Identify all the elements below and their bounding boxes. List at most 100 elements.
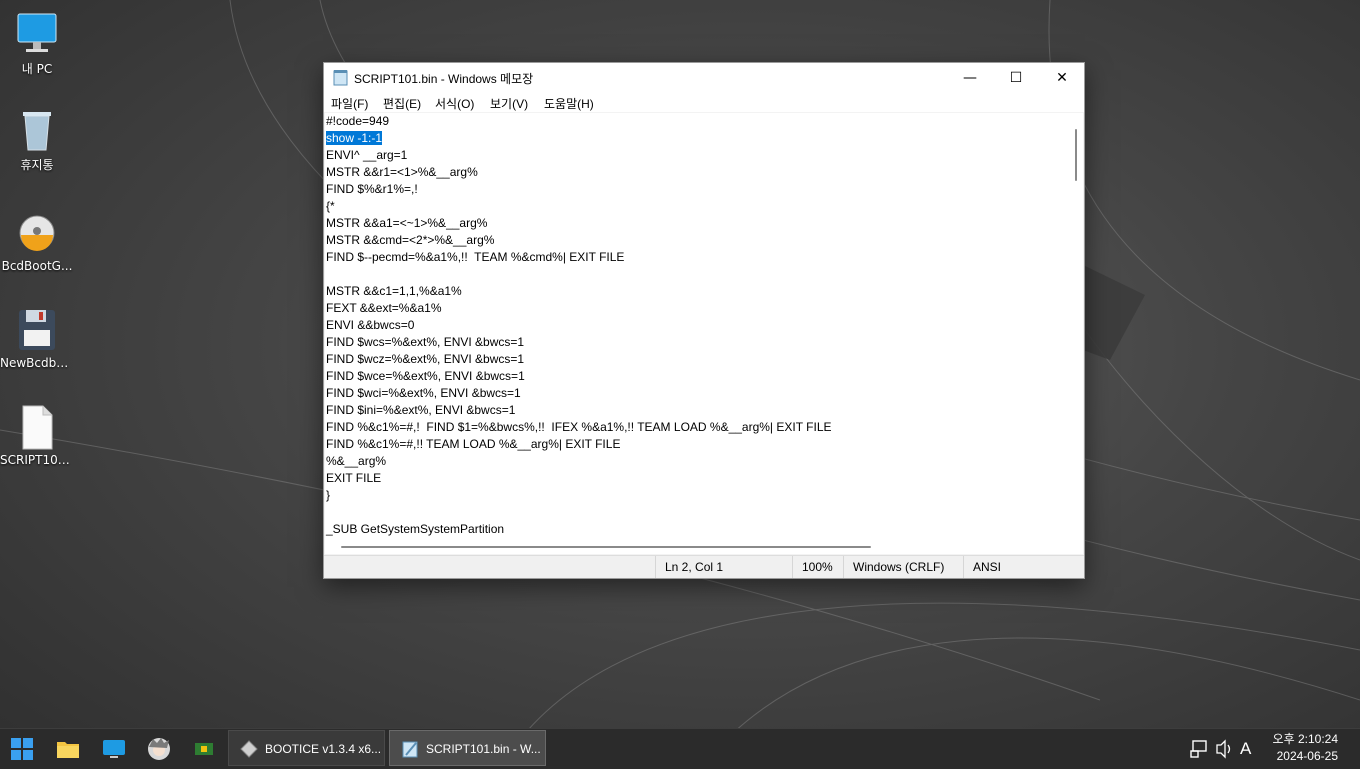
text-line[interactable]: FIND $--pecmd=%&a1%,!! TEAM %&cmd%| EXIT… [326, 249, 624, 266]
horizontal-scroll-thumb[interactable] [341, 546, 871, 548]
close-button[interactable]: ✕ [1039, 63, 1085, 93]
menu-format[interactable]: 서식(O) [435, 95, 474, 112]
text-line[interactable]: FIND $wcz=%&ext%, ENVI &bwcs=1 [326, 351, 524, 368]
text-line[interactable]: FEXT &&ext=%&a1% [326, 300, 442, 317]
status-line-ending: Windows (CRLF) [843, 556, 963, 578]
maximize-button[interactable]: ☐ [993, 63, 1039, 93]
text-line-content: EXIT FILE [326, 471, 382, 485]
text-line[interactable]: FIND $wcs=%&ext%, ENVI &bwcs=1 [326, 334, 524, 351]
desktop-icon-label: BcdBootG... [1, 259, 73, 273]
desktop-icon-bcdbootg[interactable]: BcdBootG... [0, 209, 74, 273]
text-line[interactable]: MSTR &&r1=<1>%&__arg% [326, 164, 478, 181]
text-line[interactable]: MSTR &&a1=<~1>%&__arg% [326, 215, 487, 232]
window-title: SCRIPT101.bin - Windows 메모장 [354, 72, 534, 86]
title-bar[interactable]: SCRIPT101.bin - Windows 메모장 — ☐ ✕ [324, 63, 1084, 93]
floppy-icon [19, 310, 55, 350]
text-line-content: } [326, 488, 331, 502]
text-line-content: {* [326, 199, 335, 213]
text-line[interactable]: MSTR &&c1=1,1,%&a1% [326, 283, 462, 300]
vertical-scroll-thumb[interactable] [1075, 129, 1077, 181]
vertical-scrollbar[interactable] [1068, 113, 1083, 540]
text-line[interactable]: #!code=949 [326, 113, 389, 130]
text-line-content: FEXT &&ext=%&a1% [326, 301, 442, 315]
ime-indicator[interactable]: A [1240, 739, 1251, 759]
volume-icon[interactable] [1214, 729, 1234, 769]
desktop-icon-label: SCRIPT101... [0, 453, 74, 467]
text-line-content: ENVI &&bwcs=0 [326, 318, 415, 332]
desktop-icon-label: 휴지통 [20, 158, 54, 172]
desktop-icon-label: 내 PC [21, 62, 53, 76]
chip-app-icon[interactable] [192, 737, 216, 761]
text-line[interactable]: ENVI &&bwcs=0 [326, 317, 414, 334]
menu-edit[interactable]: 편집(E) [383, 95, 421, 112]
text-line[interactable]: show -1:-1 [326, 130, 383, 147]
text-line[interactable]: FIND $%&r1%=,! [326, 181, 418, 198]
text-line-content: ENVI^ __arg=1 [326, 148, 408, 162]
notepad-icon [333, 70, 348, 86]
desktop-icon-recycle-bin[interactable]: 휴지통 [0, 106, 74, 173]
desktop-icon-newbcdbo[interactable]: NewBcdbo... [0, 306, 74, 370]
monitor-icon [17, 13, 57, 52]
desktop-icon[interactable] [102, 737, 126, 761]
file-explorer-icon[interactable] [56, 737, 80, 761]
scroll-corner [1068, 540, 1083, 554]
menu-view[interactable]: 보기(V) [490, 95, 528, 112]
text-line[interactable]: FIND %&c1%=#,!! TEAM LOAD %&__arg%| EXIT… [326, 436, 620, 453]
text-line-content: FIND $ini=%&ext%, ENVI &bwcs=1 [326, 403, 516, 417]
taskbar-item-bootice[interactable]: BOOTICE v1.3.4 x6... [228, 730, 385, 766]
text-line-content: FIND %&c1%=#,! FIND $1=%&bwcs%,!! IFEX %… [326, 420, 832, 434]
horizontal-scrollbar[interactable] [325, 540, 1068, 554]
menu-help[interactable]: 도움말(H) [544, 95, 594, 112]
text-line[interactable]: %&__arg% [326, 453, 386, 470]
desktop-icon-script101[interactable]: SCRIPT101... [0, 403, 74, 467]
taskbar-item-notepad[interactable]: SCRIPT101.bin - W... [389, 730, 546, 766]
text-line[interactable]: } [326, 487, 330, 504]
bootice-icon [240, 740, 258, 758]
menu-file[interactable]: 파일(F) [331, 95, 368, 112]
text-editor[interactable]: #!code=949 show -1:-1 ENVI^ __arg=1 MSTR &&… [325, 113, 1068, 540]
taskbar: BOOTICE v1.3.4 x6... SCRIPT101.bin - W..… [0, 728, 1360, 769]
text-line-content: MSTR &&r1=<1>%&__arg% [326, 165, 478, 179]
clock-time: 오후 2:10:24 [1272, 732, 1338, 746]
recycle-bin-icon [23, 112, 51, 151]
clock-date: 2024-06-25 [1276, 749, 1338, 763]
clock[interactable]: 오후 2:10:24 2024-06-25 [1273, 731, 1338, 765]
character-app-icon[interactable] [147, 737, 171, 761]
text-line[interactable]: {* [326, 198, 335, 215]
text-line-content: MSTR &&a1=<~1>%&__arg% [326, 216, 488, 230]
text-line-content: FIND $wci=%&ext%, ENVI &bwcs=1 [326, 386, 521, 400]
file-icon [22, 405, 53, 450]
taskbar-item-label: BOOTICE v1.3.4 x6... [265, 742, 382, 756]
text-line-content: FIND $wce=%&ext%, ENVI &bwcs=1 [326, 369, 525, 383]
text-line-content: %&__arg% [326, 454, 387, 468]
menu-bar: 파일(F) 편집(E) 서식(O) 보기(V) 도움말(H) [324, 93, 1084, 112]
text-line-content: FIND %&c1%=#,!! TEAM LOAD %&__arg%| EXIT… [326, 437, 621, 451]
text-line-content: show -1:-1 [326, 131, 383, 145]
notepad-window: SCRIPT101.bin - Windows 메모장 — ☐ ✕ 파일(F) … [323, 62, 1085, 579]
text-line[interactable]: MSTR &&cmd=<2*>%&__arg% [326, 232, 494, 249]
desktop-icon-my-pc[interactable]: 내 PC [0, 10, 74, 77]
minimize-button[interactable]: — [947, 63, 993, 93]
text-line[interactable]: FIND %&c1%=#,! FIND $1=%&bwcs%,!! IFEX %… [326, 419, 832, 436]
text-line-content: MSTR &&c1=1,1,%&a1% [326, 284, 462, 298]
text-line[interactable]: FIND $wce=%&ext%, ENVI &bwcs=1 [326, 368, 525, 385]
network-icon[interactable] [1190, 729, 1210, 769]
status-bar: Ln 2, Col 1 100% Windows (CRLF) ANSI [324, 555, 1084, 578]
text-line[interactable]: ENVI^ __arg=1 [326, 147, 407, 164]
text-line-content: _SUB GetSystemSystemPartition [326, 522, 505, 536]
status-position: Ln 2, Col 1 [655, 556, 792, 578]
taskbar-item-label: SCRIPT101.bin - W... [426, 742, 541, 756]
text-line-content: FIND $--pecmd=%&a1%,!! TEAM %&cmd%| EXIT… [326, 250, 625, 264]
text-line[interactable]: EXIT FILE [326, 470, 381, 487]
start-icon[interactable] [10, 737, 34, 761]
text-line[interactable]: _SUB GetSystemSystemPartition [326, 521, 504, 538]
status-zoom: 100% [792, 556, 842, 578]
text-line[interactable]: FIND $ini=%&ext%, ENVI &bwcs=1 [326, 402, 515, 419]
disk-app-icon [19, 215, 55, 251]
text-line-content: FIND $wcz=%&ext%, ENVI &bwcs=1 [326, 352, 525, 366]
text-line[interactable]: FIND $wci=%&ext%, ENVI &bwcs=1 [326, 385, 521, 402]
desktop-icon-label: NewBcdbo... [0, 356, 74, 370]
text-line-content: FIND $wcs=%&ext%, ENVI &bwcs=1 [326, 335, 525, 349]
text-line-content: MSTR &&cmd=<2*>%&__arg% [326, 233, 495, 247]
text-line-content: #!code=949 [326, 114, 390, 128]
